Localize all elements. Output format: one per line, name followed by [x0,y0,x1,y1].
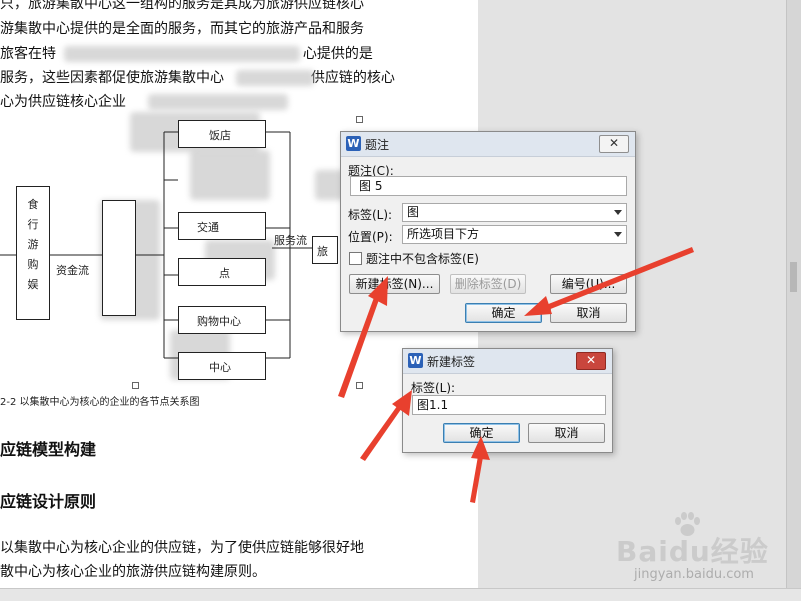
new-label-cancel-button[interactable]: 取消 [528,423,605,443]
selection-handle[interactable] [132,382,139,389]
diagram-box-attraction: 点 [178,258,266,286]
chevron-down-icon [614,210,622,215]
scrollbar-thumb[interactable] [790,262,797,292]
new-label-dialog-titlebar[interactable]: W 新建标签 ✕ [403,349,612,374]
new-label-dialog-title: 新建标签 [427,355,476,369]
diagram-box-middle [102,200,136,316]
diagram-box-left: 食 行 游 购 娱 [16,186,50,320]
new-label-dialog: W 新建标签 ✕ 标签(L): 图1.1 确定 取消 [402,348,613,453]
wps-writer-icon: W [408,353,423,368]
baidu-watermark: Baidu经验 jingyan.baidu.com [610,508,790,588]
paragraph-line-2: 游集散中心提供的是全面的服务，而其它的旅游产品和服务 [0,21,364,37]
close-icon[interactable]: ✕ [599,135,629,153]
delete-label-button[interactable]: 删除标签(D) [450,274,526,294]
paragraph-line-1: 只，旅游集散中心这一组构的服务是其成为旅游供应链核心 [0,0,364,12]
position-select-value: 所选项目下方 [407,227,480,241]
label-select-value: 图 [407,205,420,219]
section-heading-principles: 应链设计原则 [0,492,97,511]
diagram-lines [0,131,318,359]
selection-handle[interactable] [356,116,363,123]
caption-dialog-title: 题注 [365,138,390,152]
new-label-button[interactable]: 新建标签(N)... [349,274,440,294]
body-line-1: 以集散中心为核心企业的供应链，为了使供应链能够很好地 [0,540,364,556]
label-select[interactable]: 图 [402,203,627,222]
redaction-blur [148,94,288,110]
watermark-url: jingyan.baidu.com [634,567,754,582]
figure-caption: 2-2 以集散中心为核心的企业的各节点关系图 [0,397,200,408]
position-field-label: 位置(P): [348,230,393,244]
redaction-blur [236,70,314,86]
diagram-box-shopping: 购物中心 [178,306,266,334]
flow-label-service: 服务流 [274,234,307,247]
chevron-down-icon [614,232,622,237]
selection-handle[interactable] [356,382,363,389]
label-field-label: 标签(L): [348,208,393,222]
exclude-label-text: 题注中不包含标签(E) [366,252,479,266]
paragraph-line-4: 服务，这些因素都促使旅游集散中心 供应链的核心 [0,66,395,90]
paragraph-line-4-start: 服务，这些因素都促使旅游集散中心 [0,70,224,86]
ok-button[interactable]: 确定 [465,303,542,323]
cancel-button[interactable]: 取消 [550,303,627,323]
caption-dialog: W 题注 ✕ 题注(C): 图 5 标签(L): 图 位置(P): 所选项目下方… [340,131,636,332]
watermark-brand: Baidu经验 [616,535,769,568]
status-bar [0,588,801,601]
body-line-2: 散中心为核心企业的旅游供应链构建原则。 [0,564,266,580]
position-select[interactable]: 所选项目下方 [402,225,627,244]
wps-writer-icon: W [346,136,361,151]
diagram-box-hotel: 饭店 [178,120,266,148]
new-label-ok-button[interactable]: 确定 [443,423,520,443]
redaction-blur [64,46,300,62]
flow-label-money: 资金流 [56,264,89,277]
section-heading-model: 应链模型构建 [0,440,97,459]
paragraph-line-4-end: 供应链的核心 [310,70,395,86]
caption-dialog-titlebar[interactable]: W 题注 ✕ [341,132,635,157]
numbering-button[interactable]: 编号(U)... [550,274,627,294]
exclude-label-checkbox[interactable] [349,252,362,265]
paragraph-line-3-start: 旅客在特 [0,46,56,62]
new-label-field-label: 标签(L): [411,381,456,395]
caption-input[interactable]: 图 5 [350,176,627,196]
diagram-box-center: 中心 [178,352,266,380]
close-icon[interactable]: ✕ [576,352,606,370]
new-label-input[interactable]: 图1.1 [412,395,606,415]
paragraph-line-3-end: 心提供的是 [302,46,373,62]
diagram-box-tourist: 旅 [312,236,338,264]
diagram-box-left-text: 食 行 游 购 娱 [27,198,39,291]
diagram-box-transport: 交通 [178,212,266,240]
